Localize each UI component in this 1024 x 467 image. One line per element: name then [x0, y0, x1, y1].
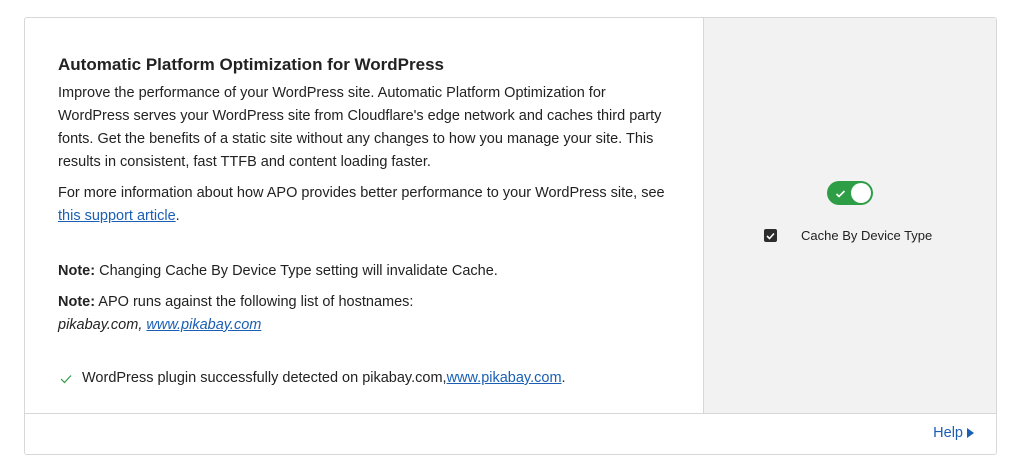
more-info-paragraph: For more information about how APO provi… [58, 182, 671, 228]
apo-toggle[interactable] [827, 181, 873, 205]
support-article-link[interactable]: this support article [58, 208, 176, 224]
detected-text: WordPress plugin successfully detected o… [82, 370, 447, 386]
detected-suffix: . [561, 370, 566, 386]
help-label: Help [933, 425, 963, 441]
hostname-list: pikabay.com, www.pikabay.com [58, 314, 671, 337]
detected-host-link[interactable]: www.pikabay.com [447, 367, 562, 390]
note-text: APO runs against the following list of h… [95, 294, 414, 310]
note-label: Note: [58, 263, 96, 279]
caret-right-icon [967, 428, 974, 438]
cache-by-device-type-checkbox[interactable] [764, 229, 777, 242]
note-hostnames: Note: APO runs against the following lis… [58, 291, 671, 314]
check-icon [58, 371, 74, 387]
card-body: Automatic Platform Optimization for Word… [25, 18, 996, 415]
card-title: Automatic Platform Optimization for Word… [58, 55, 445, 74]
cache-by-device-type-row: Cache By Device Type [764, 228, 932, 243]
plugin-detected-status: WordPress plugin successfully detected o… [58, 367, 671, 390]
note-text: Changing Cache By Device Type setting wi… [95, 263, 498, 279]
card-description: Improve the performance of your WordPres… [58, 85, 662, 170]
toggle-knob [851, 183, 871, 203]
hostname-link[interactable]: www.pikabay.com [146, 317, 261, 333]
card-main: Automatic Platform Optimization for Word… [25, 18, 704, 415]
help-link[interactable]: Help [933, 425, 974, 441]
card-footer: Help [25, 413, 996, 454]
note-label: Note: [58, 294, 96, 310]
hostname-plain: pikabay.com, [58, 317, 147, 333]
more-info-suffix: . [175, 208, 180, 224]
cache-by-device-type-label: Cache By Device Type [801, 228, 933, 243]
card-control-panel: Cache By Device Type [704, 18, 996, 415]
toggle-check-icon [835, 186, 846, 204]
note-cache-invalidate: Note: Changing Cache By Device Type sett… [58, 260, 671, 283]
apo-card: Automatic Platform Optimization for Word… [24, 17, 997, 455]
more-info-prefix: For more information about how APO provi… [58, 185, 665, 201]
